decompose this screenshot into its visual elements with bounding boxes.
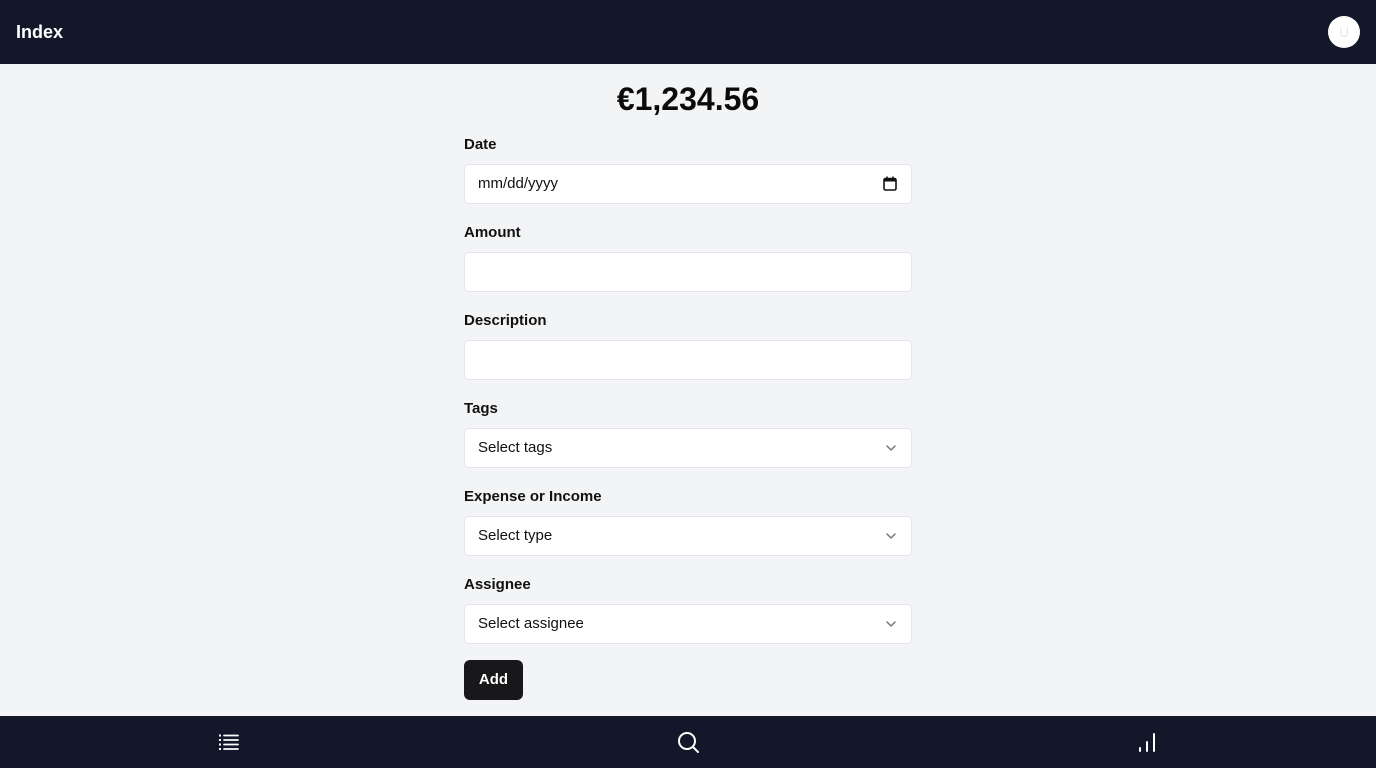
app-title: Index bbox=[16, 22, 64, 42]
description-label: Description bbox=[464, 312, 547, 329]
date-placeholder: mm/dd/yyyy bbox=[478, 175, 559, 192]
assignee-selected: Select assignee bbox=[478, 615, 584, 632]
amount-label: Amount bbox=[464, 224, 521, 241]
top-bar: Index U bbox=[0, 0, 1376, 64]
assignee-select[interactable]: Select assignee bbox=[464, 604, 912, 644]
add-button[interactable]: Add bbox=[464, 660, 523, 700]
chevron-down-icon bbox=[886, 621, 896, 627]
amount-input[interactable] bbox=[464, 252, 912, 292]
tags-select[interactable]: Select tags bbox=[464, 428, 912, 468]
list-icon[interactable] bbox=[217, 730, 241, 754]
description-input[interactable] bbox=[464, 340, 912, 380]
tags-selected: Select tags bbox=[478, 439, 553, 456]
chevron-down-icon bbox=[886, 533, 896, 539]
bottom-nav bbox=[0, 716, 1376, 768]
chevron-down-icon bbox=[886, 445, 896, 451]
date-input[interactable]: mm/dd/yyyy bbox=[464, 164, 912, 204]
date-label: Date bbox=[464, 136, 497, 153]
balance-total: €1,234.56 bbox=[616, 81, 760, 117]
type-label: Expense or Income bbox=[464, 488, 602, 505]
assignee-label: Assignee bbox=[464, 576, 531, 593]
type-selected: Select type bbox=[478, 527, 553, 544]
search-icon[interactable] bbox=[676, 730, 700, 754]
user-avatar[interactable]: U bbox=[1328, 16, 1360, 48]
type-select[interactable]: Select type bbox=[464, 516, 912, 556]
tags-label: Tags bbox=[464, 400, 498, 417]
calendar-icon[interactable] bbox=[883, 176, 897, 191]
bar-chart-icon[interactable] bbox=[1135, 730, 1159, 754]
